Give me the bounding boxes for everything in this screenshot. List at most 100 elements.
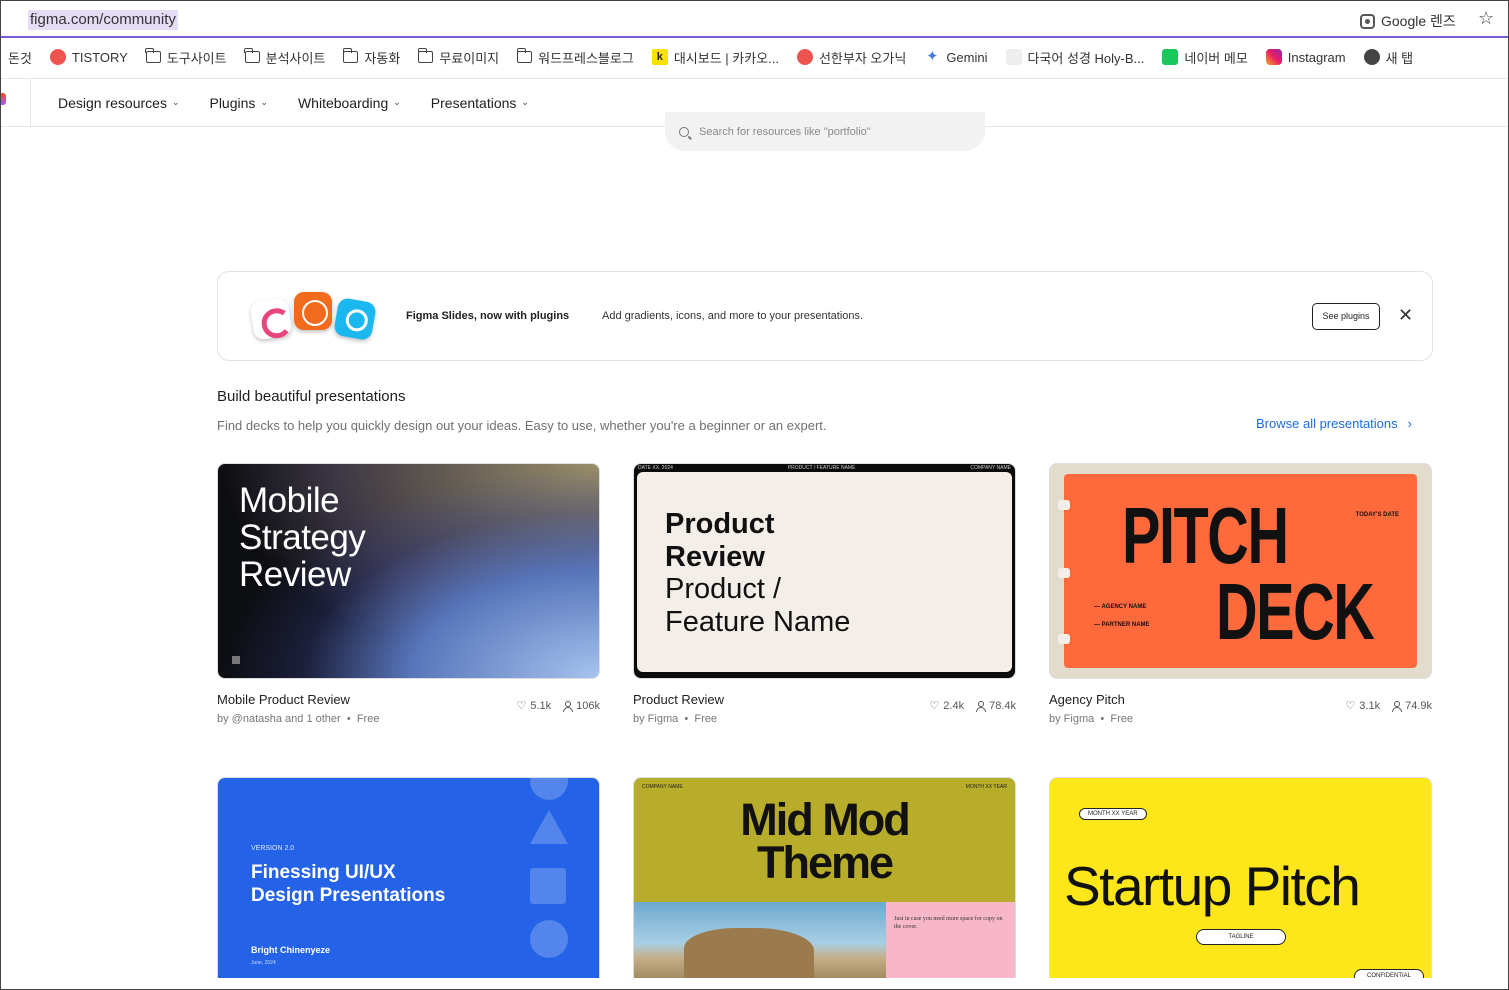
card-author[interactable]: by Figma bbox=[1049, 713, 1094, 725]
thumbnail-header: COMPANY NAME MONTH XX YEAR bbox=[642, 784, 1007, 790]
thumbnail-feature: PRODUCT / FEATURE NAME bbox=[787, 465, 856, 471]
card-price: Free bbox=[356, 713, 380, 725]
likes-stat[interactable]: ♡ 2.4k bbox=[929, 699, 964, 713]
banner-title: Figma Slides, now with plugins bbox=[406, 310, 570, 322]
bookmark-label: 다국어 성경 Holy-B... bbox=[1027, 50, 1145, 66]
nav-label: Whiteboarding bbox=[297, 95, 389, 111]
bookmark-label: 자동화 bbox=[364, 50, 401, 66]
folder-icon bbox=[342, 48, 359, 63]
bookmark-item[interactable]: 선한부자 오가닉 bbox=[788, 48, 915, 67]
thumbnail-date: MONTH XX YEAR bbox=[965, 784, 1007, 790]
bookmark-item[interactable]: k 대시보드 | 카카오... bbox=[643, 48, 788, 67]
template-card[interactable]: PITCH DECK TODAY'S DATE — AGENCY NAME — … bbox=[1049, 463, 1432, 725]
bookmark-item[interactable]: TISTORY bbox=[41, 49, 137, 65]
users-stat: 106k bbox=[563, 699, 600, 712]
binder-ring bbox=[1058, 500, 1070, 510]
heart-icon: ♡ bbox=[1345, 700, 1356, 712]
thumbnail-line: Finessing UI/UX bbox=[251, 862, 396, 883]
folder-icon bbox=[244, 48, 260, 63]
thumbnail-title: Mid Mod Theme bbox=[634, 797, 1015, 888]
nav-design-resources[interactable]: Design resources ⌄ bbox=[58, 95, 179, 111]
bookmark-item[interactable]: ✦ Gemini bbox=[915, 49, 996, 65]
bookmark-item[interactable]: Instagram bbox=[1257, 49, 1355, 65]
chevron-right-icon: › bbox=[1407, 416, 1412, 431]
rock-formation bbox=[684, 928, 814, 978]
section-subtitle: Find decks to help you quickly design ou… bbox=[217, 418, 827, 433]
template-card[interactable]: Mobile Strategy Review Mobile Product Re… bbox=[217, 463, 600, 725]
person-icon bbox=[976, 700, 987, 712]
url-text[interactable]: figma.com/community bbox=[28, 10, 178, 30]
browse-all-link[interactable]: Browse all presentations › bbox=[1256, 416, 1412, 431]
thumbnail-title: Product Review bbox=[665, 508, 775, 574]
thumbnail-version: VERSION 2.0 bbox=[251, 845, 295, 852]
circle-shape bbox=[530, 778, 568, 800]
thumbnail-line: Feature Name bbox=[665, 606, 851, 638]
template-card[interactable]: COMPANY NAME MONTH XX YEAR Mid Mod Theme… bbox=[633, 777, 1016, 990]
bookmark-item[interactable]: 돈것 bbox=[0, 48, 41, 67]
bookmark-label: 대시보드 | 카카오... bbox=[673, 50, 779, 66]
card-thumbnail[interactable]: VERSION 2.0 Finessing UI/UX Design Prese… bbox=[217, 777, 600, 990]
card-author[interactable]: by @natasha and 1 other bbox=[217, 713, 341, 725]
thumbnail-line: Theme bbox=[756, 837, 894, 888]
bookmark-item[interactable]: 다국어 성경 Holy-B... bbox=[997, 48, 1154, 67]
gradient-plugin-icon bbox=[249, 297, 293, 341]
address-bar[interactable]: figma.com/community Google 렌즈 ☆ bbox=[0, 0, 1509, 38]
chevron-down-icon: ⌄ bbox=[393, 96, 401, 107]
binder-ring bbox=[1058, 568, 1070, 578]
search-placeholder: Search for resources like "portfolio" bbox=[699, 125, 871, 138]
folder-icon bbox=[417, 48, 434, 63]
thumbnail-line: Design Presentations bbox=[251, 885, 446, 906]
bookmark-folder[interactable]: 무료이미지 bbox=[409, 48, 508, 67]
template-card[interactable]: DATE XX. 2024 PRODUCT / FEATURE NAME COM… bbox=[633, 463, 1016, 725]
banner-description: Add gradients, icons, and more to your p… bbox=[602, 310, 864, 322]
thumbnail-date: DATE XX. 2024 bbox=[638, 465, 673, 471]
template-card[interactable]: MONTH XX YEAR Startup Pitch TAGLINE CONF… bbox=[1049, 777, 1432, 990]
close-icon[interactable]: ✕ bbox=[1398, 305, 1413, 325]
card-thumbnail[interactable]: COMPANY NAME MONTH XX YEAR Mid Mod Theme… bbox=[633, 777, 1016, 990]
bookmark-folder[interactable]: 자동화 bbox=[334, 48, 409, 67]
likes-stat[interactable]: ♡ 3.1k bbox=[1345, 699, 1380, 713]
thumbnail-line: Mobile bbox=[239, 481, 340, 520]
bookmark-folder[interactable]: 워드프레스블로그 bbox=[508, 48, 643, 67]
card-thumbnail[interactable]: Mobile Strategy Review bbox=[217, 463, 600, 679]
bookmark-label: Instagram bbox=[1287, 49, 1346, 65]
kakao-icon: k bbox=[651, 49, 668, 65]
card-author[interactable]: by Figma bbox=[633, 713, 678, 725]
google-lens-button[interactable]: Google 렌즈 bbox=[1360, 11, 1456, 31]
nav-presentations[interactable]: Presentations ⌄ bbox=[431, 95, 529, 111]
section-title: Build beautiful presentations bbox=[217, 388, 406, 405]
thumbnail-date: June, 2024 bbox=[251, 960, 276, 966]
bullet: • bbox=[1100, 713, 1105, 725]
plugins-banner: Figma Slides, now with plugins Add gradi… bbox=[217, 271, 1433, 361]
bookmark-label: 도구사이트 bbox=[166, 50, 227, 66]
circle-shape bbox=[530, 920, 568, 958]
nav-plugins[interactable]: Plugins ⌄ bbox=[209, 95, 267, 111]
bookmark-label: 선한부자 오가닉 bbox=[818, 50, 907, 66]
thumbnail-header: DATE XX. 2024 PRODUCT / FEATURE NAME COM… bbox=[638, 465, 1011, 471]
thumbnail-line: Strategy bbox=[239, 518, 366, 557]
search-input[interactable]: Search for resources like "portfolio" bbox=[665, 112, 985, 151]
bookmark-item[interactable]: 네이버 메모 bbox=[1153, 48, 1256, 67]
figma-logo-icon[interactable] bbox=[0, 93, 6, 105]
nav-whiteboarding[interactable]: Whiteboarding ⌄ bbox=[298, 95, 401, 111]
person-icon bbox=[563, 700, 574, 712]
bookmark-folder[interactable]: 분석사이트 bbox=[236, 48, 335, 67]
bookmark-label: 돈것 bbox=[8, 50, 32, 66]
search-icon bbox=[679, 126, 689, 137]
bookmark-folder[interactable]: 도구사이트 bbox=[137, 48, 236, 67]
see-plugins-button[interactable]: See plugins bbox=[1312, 303, 1380, 330]
bookmark-item[interactable]: 새 탭 bbox=[1355, 48, 1423, 67]
thumbnail-title: Mobile Strategy Review bbox=[239, 481, 366, 593]
nav-label: Design resources bbox=[58, 95, 167, 111]
bookmark-label: TISTORY bbox=[71, 49, 128, 65]
card-thumbnail[interactable]: DATE XX. 2024 PRODUCT / FEATURE NAME COM… bbox=[633, 463, 1016, 679]
bookmark-star-icon[interactable]: ☆ bbox=[1478, 8, 1494, 29]
template-card[interactable]: VERSION 2.0 Finessing UI/UX Design Prese… bbox=[217, 777, 600, 990]
users-count: 106k bbox=[576, 699, 600, 712]
likes-stat[interactable]: ♡ 5.1k bbox=[516, 699, 551, 713]
bookmark-label: Gemini bbox=[946, 49, 988, 65]
users-count: 74.9k bbox=[1405, 699, 1432, 712]
card-thumbnail[interactable]: MONTH XX YEAR Startup Pitch TAGLINE CONF… bbox=[1049, 777, 1432, 990]
bookmark-label: 워드프레스블로그 bbox=[538, 50, 634, 66]
card-thumbnail[interactable]: PITCH DECK TODAY'S DATE — AGENCY NAME — … bbox=[1049, 463, 1432, 679]
